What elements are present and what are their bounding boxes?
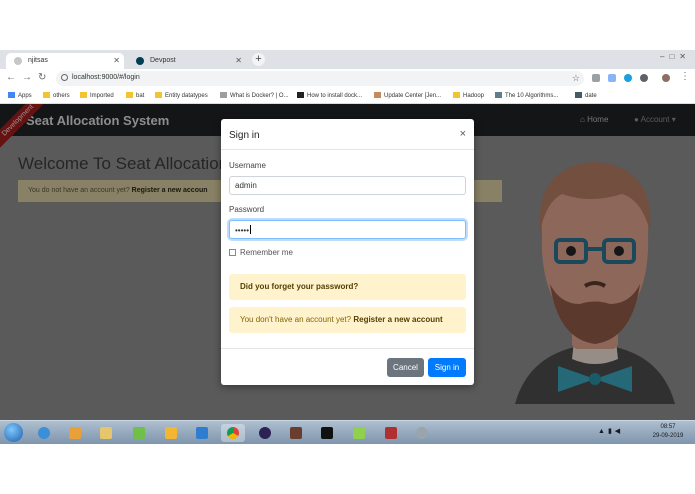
extension-icon[interactable]: [608, 74, 616, 82]
taskbar-app-icon[interactable]: [410, 424, 434, 442]
bookmark-item[interactable]: bat: [126, 92, 144, 99]
page-icon: [495, 92, 502, 98]
folder-icon: [126, 92, 133, 98]
page-icon: [297, 92, 304, 98]
taskbar-ie-icon[interactable]: [32, 424, 56, 442]
bookmarks-bar: Apps others Imported bat Entity datatype…: [0, 88, 695, 104]
tab-devpost[interactable]: Devpost ✕: [128, 53, 246, 69]
taskbar-chrome-icon[interactable]: [221, 424, 245, 442]
bookmark-item[interactable]: Apps: [8, 92, 32, 99]
bookmark-item[interactable]: The 10 Algorithms...: [495, 92, 558, 99]
system-tray[interactable]: ▲▮◀: [598, 427, 623, 435]
tab-title: Devpost: [150, 57, 176, 64]
bookmark-item[interactable]: How to install dock...: [297, 92, 362, 99]
sign-in-button[interactable]: Sign in: [428, 358, 466, 377]
clock-time: 08:57: [660, 424, 676, 430]
taskbar-explorer-icon[interactable]: [94, 424, 118, 442]
password-label: Password: [229, 205, 265, 214]
close-tab-icon[interactable]: ✕: [113, 56, 120, 65]
bookmark-item[interactable]: Hadoop: [453, 92, 484, 99]
new-tab-button[interactable]: +: [252, 53, 265, 66]
site-info-icon[interactable]: [61, 74, 68, 81]
register-new-account-link[interactable]: Register a new account: [353, 315, 442, 324]
app-page: Seat Allocation System ⌂ Home ● Account …: [0, 104, 695, 428]
jenkins-icon: [374, 92, 381, 98]
browser-tab-strip: njitsas ✕ Devpost ✕ + –□✕: [0, 50, 695, 69]
taskbar-eclipse-icon[interactable]: [253, 424, 277, 442]
taskbar-lync-icon[interactable]: [190, 424, 214, 442]
taskbar-app-icon[interactable]: [284, 424, 308, 442]
clock-date: 29-09-2019: [652, 433, 684, 439]
text-cursor: [250, 225, 252, 234]
cancel-button[interactable]: Cancel: [387, 358, 424, 377]
tab-title: njitsas: [28, 57, 48, 64]
folder-icon: [80, 92, 87, 98]
network-icon[interactable]: ▮: [608, 428, 615, 435]
tab-njitsas[interactable]: njitsas ✕: [6, 53, 124, 69]
bookmark-item[interactable]: others: [43, 92, 70, 99]
sign-in-modal: Sign in × Username admin Password ••••• …: [221, 119, 474, 385]
extension-icon[interactable]: [592, 74, 600, 82]
register-alert: You don't have an account yet? Register …: [229, 307, 466, 333]
windows-taskbar: ▲▮◀ 08:57 29-09-2019: [0, 420, 695, 444]
remember-me-label[interactable]: Remember me: [240, 248, 293, 257]
modal-title: Sign in: [229, 130, 260, 141]
start-button[interactable]: [4, 423, 23, 442]
screen: njitsas ✕ Devpost ✕ + –□✕ ← → ↻ localhos…: [0, 50, 695, 444]
remember-me-checkbox[interactable]: [229, 249, 236, 256]
reload-icon[interactable]: ↻: [38, 72, 46, 83]
page-favicon-icon: [14, 57, 22, 65]
browser-toolbar: ← → ↻ localhost:9000/#/login ☆ ⋮: [0, 69, 695, 88]
back-icon[interactable]: ←: [6, 72, 16, 83]
close-window-icon[interactable]: ✕: [679, 52, 691, 61]
close-tab-icon[interactable]: ✕: [235, 56, 242, 65]
url-text: localhost:9000/#/login: [72, 74, 140, 81]
username-field[interactable]: admin: [229, 176, 466, 195]
taskbar-cmd-icon[interactable]: [315, 424, 339, 442]
taskbar-app-icon[interactable]: [127, 424, 151, 442]
bookmark-star-icon[interactable]: ☆: [572, 73, 580, 84]
skype-icon[interactable]: [624, 74, 632, 82]
maximize-icon[interactable]: □: [669, 52, 679, 61]
devpost-favicon-icon: [136, 57, 144, 65]
username-label: Username: [229, 161, 266, 170]
taskbar-app-icon[interactable]: [159, 424, 183, 442]
bookmark-item[interactable]: Update Center [Jen...: [374, 92, 441, 99]
tray-arrow-icon[interactable]: ▲: [598, 428, 608, 435]
bookmark-item[interactable]: Imported: [80, 92, 114, 99]
password-field[interactable]: •••••: [229, 220, 466, 239]
page-icon: [575, 92, 582, 98]
bookmark-item[interactable]: Entity datatypes: [155, 92, 208, 99]
taskbar-app-icon[interactable]: [379, 424, 403, 442]
window-controls[interactable]: –□✕: [660, 52, 691, 61]
apps-grid-icon: [8, 92, 15, 98]
modal-footer: Cancel Sign in: [221, 348, 474, 385]
taskbar-media-player-icon[interactable]: [63, 424, 87, 442]
modal-header: Sign in ×: [221, 119, 474, 150]
forward-icon[interactable]: →: [22, 72, 32, 83]
address-bar[interactable]: localhost:9000/#/login ☆: [56, 71, 584, 86]
volume-icon[interactable]: ◀: [615, 428, 623, 435]
page-icon: [220, 92, 227, 98]
extension-icon[interactable]: [640, 74, 648, 82]
profile-avatar[interactable]: [662, 74, 670, 82]
bookmark-item[interactable]: What is Docker? | O...: [220, 92, 289, 99]
folder-icon: [43, 92, 50, 98]
close-icon[interactable]: ×: [460, 128, 466, 140]
folder-icon: [155, 92, 162, 98]
folder-icon: [453, 92, 460, 98]
taskbar-clock[interactable]: 08:57 29-09-2019: [650, 423, 686, 441]
bookmark-item[interactable]: date: [575, 92, 597, 99]
forgot-password-link[interactable]: Did you forget your password?: [240, 282, 358, 291]
forgot-password-alert: Did you forget your password?: [229, 274, 466, 300]
browser-menu-icon[interactable]: ⋮: [680, 71, 690, 82]
taskbar-notepad-icon[interactable]: [347, 424, 371, 442]
